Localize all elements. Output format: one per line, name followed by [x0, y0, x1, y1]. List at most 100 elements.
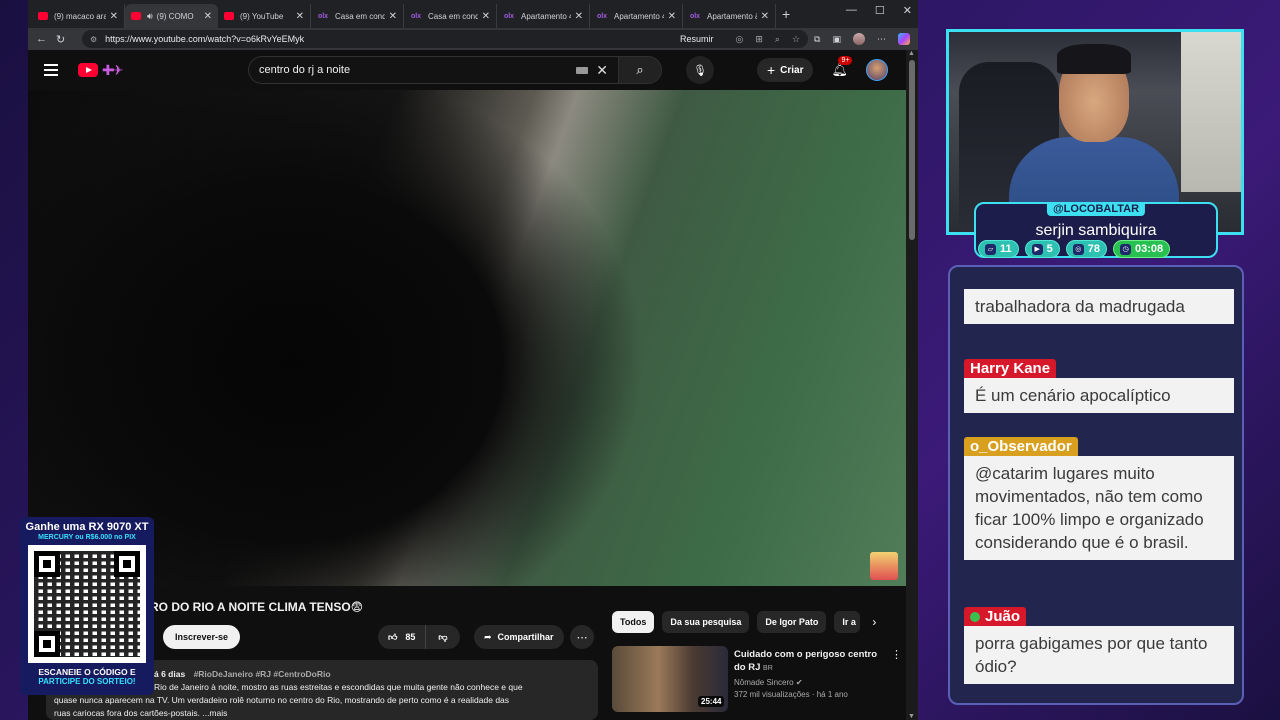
youtube-header: ✚✈ centro do rj a noite ✕ ⌕ 🎙︎ + Criar 🔔…	[28, 50, 918, 90]
close-tab-icon[interactable]: ✕	[389, 11, 397, 22]
olx-favicon-icon: olx	[410, 12, 422, 20]
url-text: https://www.youtube.com/watch?v=o6kRvYeE…	[105, 34, 305, 44]
chat-username-wrap: Juão	[964, 607, 1027, 626]
share-button[interactable]: ➦ Compartilhar	[474, 625, 564, 649]
youtube-logo-icon[interactable]	[78, 63, 98, 77]
address-bar: ← ↻ ⚙ https://www.youtube.com/watch?v=o6…	[28, 28, 918, 50]
chip-more[interactable]: Ir a	[834, 611, 861, 633]
giveaway-subtitle: MERCURY ou R$6.000 no PIX	[38, 534, 136, 541]
voice-search-button[interactable]: 🎙︎	[686, 56, 714, 84]
browser-tab[interactable]: olx Apartamento 4 ✕	[497, 4, 590, 28]
more-actions-button[interactable]: ⋯	[570, 625, 594, 649]
minimize-button[interactable]: —	[846, 4, 857, 17]
like-button[interactable]: 👍︎ 85	[378, 625, 427, 649]
account-avatar[interactable]	[866, 59, 888, 81]
create-button[interactable]: + Criar	[756, 58, 814, 82]
menu-dots-icon[interactable]: ⋯	[877, 34, 886, 45]
video-player[interactable]	[28, 90, 906, 586]
close-tab-icon[interactable]: ✕	[296, 11, 304, 22]
read-aloud-icon[interactable]: ◎	[736, 34, 744, 45]
description-line: quase nunca aparecem na TV. Um verdadeir…	[54, 695, 510, 705]
favorite-star-icon[interactable]: ☆	[792, 34, 800, 45]
close-tab-icon[interactable]: ✕	[668, 11, 676, 22]
chevron-right-icon[interactable]: ›	[872, 615, 876, 629]
search-bar: centro do rj a noite ✕ ⌕ 🎙︎	[248, 56, 714, 84]
subscribe-button[interactable]: Inscrever-se	[163, 625, 241, 649]
thumbs-down-icon: 👎︎	[438, 631, 448, 642]
hashtags[interactable]: #RioDeJaneiro #RJ #CentroDoRio	[194, 669, 331, 679]
speaker-icon[interactable]: 🔊︎	[147, 11, 153, 22]
stat-value: 03:08	[1135, 243, 1164, 255]
badge-dot-icon	[970, 612, 980, 623]
profile-avatar[interactable]	[853, 33, 865, 45]
browser-tab[interactable]: olx Apartamento à ✕	[683, 4, 776, 28]
browser-tab[interactable]: (9) YouTube ✕	[218, 4, 311, 28]
hamburger-menu-icon[interactable]	[44, 64, 58, 76]
tab-title: Apartamento 4	[521, 11, 571, 21]
browser-tab[interactable]: olx Casa em condo ✕	[311, 4, 404, 28]
scrollbar-thumb[interactable]	[909, 60, 915, 240]
copilot-icon[interactable]	[898, 33, 910, 45]
search-button[interactable]: ⌕	[618, 56, 662, 84]
collections-icon[interactable]: ▣	[832, 34, 841, 45]
tab-title: (9) macaco aran	[54, 11, 106, 21]
close-tab-icon[interactable]: ✕	[110, 11, 118, 22]
notifications-button[interactable]: 🔔︎ 9+	[831, 56, 853, 78]
close-tab-icon[interactable]: ✕	[204, 11, 212, 22]
verified-icon: ✔	[795, 678, 803, 687]
chip-channel[interactable]: De Igor Pato	[757, 611, 827, 633]
browser-tab[interactable]: olx Apartamento 4 ✕	[590, 4, 683, 28]
twitch-viewers: ▱ 11	[978, 240, 1019, 258]
like-count: 85	[405, 632, 416, 642]
video-duration: 25:44	[698, 696, 725, 707]
tab-title: Casa em condo	[428, 11, 478, 21]
clear-search-icon[interactable]: ✕	[596, 62, 608, 79]
region-badge: BR	[763, 665, 773, 672]
chat-text: trabalhadora da madrugada	[964, 289, 1234, 324]
close-tab-icon[interactable]: ✕	[761, 11, 769, 22]
keyboard-icon[interactable]	[576, 66, 589, 74]
chat-text: porra gabigames por que tanto ódio?	[964, 626, 1234, 684]
recommended-video[interactable]: 25:44 Cuidado com o perigoso centro do R…	[612, 646, 902, 712]
back-arrow-icon[interactable]: ←	[36, 33, 56, 45]
streamer-handle: @LOCOBALTAR	[1046, 202, 1146, 216]
close-tab-icon[interactable]: ✕	[482, 11, 490, 22]
page-scrollbar[interactable]: ▲ ▼	[906, 50, 918, 720]
chip-from-search[interactable]: Da sua pesquisa	[662, 611, 750, 633]
recommended-title[interactable]: Cuidado com o perigoso centro do RJ	[734, 649, 877, 673]
olx-favicon-icon: olx	[317, 12, 329, 20]
search-input[interactable]: centro do rj a noite ✕	[248, 56, 618, 84]
video-title: RO DO RIO A NOITE CLIMA TENSO😨	[150, 600, 364, 614]
chip-all[interactable]: Todos	[612, 611, 655, 633]
share-label: Compartilhar	[497, 632, 554, 642]
reload-icon[interactable]: ↻	[56, 33, 76, 46]
browser-tab-active[interactable]: 🔊︎ (9) COMO ✕	[125, 4, 218, 28]
channel-name[interactable]: Nômade Sincero	[734, 678, 794, 687]
video-info: Cuidado com o perigoso centro do RJ BR N…	[734, 648, 884, 699]
kebab-menu-icon[interactable]: ⋮	[891, 648, 902, 661]
url-field[interactable]: ⚙ https://www.youtube.com/watch?v=o6kRvY…	[82, 30, 809, 48]
site-info-icon[interactable]: ⚙	[90, 35, 97, 44]
new-tab-button[interactable]: +	[782, 6, 790, 22]
apps-icon[interactable]: ⊞	[755, 34, 763, 45]
browser-tab[interactable]: (9) macaco aran ✕	[32, 4, 125, 28]
stream-uptime: ◷ 03:08	[1113, 240, 1171, 258]
channel-watermark[interactable]	[870, 552, 898, 580]
browser-tab[interactable]: olx Casa em condo ✕	[404, 4, 497, 28]
scroll-down-icon[interactable]: ▼	[908, 713, 915, 720]
scroll-up-icon[interactable]: ▲	[908, 50, 915, 57]
extensions-icon[interactable]: ⧉	[814, 34, 820, 45]
giveaway-title: Ganhe uma RX 9070 XT	[25, 521, 149, 533]
tab-title: Apartamento à	[707, 11, 757, 21]
recommendation-chips: Todos Da sua pesquisa De Igor Pato Ir a …	[612, 611, 876, 633]
qr-code	[28, 545, 146, 663]
zoom-icon[interactable]: ⌕	[775, 34, 780, 45]
resumir-button[interactable]: Resumir	[680, 34, 714, 44]
close-window-button[interactable]: ✕	[903, 4, 912, 17]
close-tab-icon[interactable]: ✕	[575, 11, 583, 22]
youtube-doodle-icon[interactable]: ✚✈	[102, 62, 124, 79]
thumbs-up-icon: 👍︎	[388, 631, 398, 642]
dislike-button[interactable]: 👎︎	[426, 632, 459, 643]
maximize-button[interactable]: ☐	[875, 4, 885, 17]
chat-text: É um cenário apocalíptico	[964, 378, 1234, 413]
